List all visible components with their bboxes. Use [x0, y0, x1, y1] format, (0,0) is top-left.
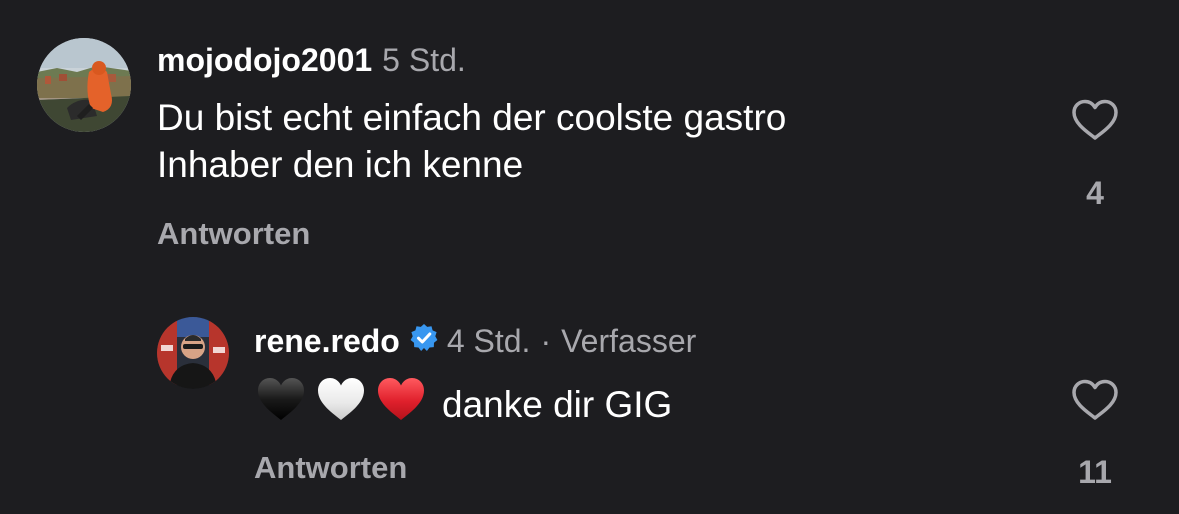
comment-thread: mojodojo2001 5 Std. Du bist echt einfach…: [0, 0, 1179, 514]
comment-header: rene.redo 4 Std. · Verfasser: [254, 323, 696, 361]
black-heart-icon: [256, 376, 306, 434]
like-button[interactable]: [1071, 99, 1119, 141]
comment-text-line: Du bist echt einfach der coolste gastro: [157, 97, 787, 138]
separator-dot: ·: [540, 323, 552, 359]
timestamp: 5 Std.: [382, 42, 466, 78]
comment-text: danke dir GIG: [256, 376, 672, 434]
avatar-photo: [157, 317, 229, 389]
username[interactable]: mojodojo2001: [157, 42, 372, 79]
like-count: 4: [1086, 175, 1104, 211]
reply-button[interactable]: Antworten: [157, 216, 310, 252]
comment-text: Du bist echt einfach der coolste gastro …: [157, 94, 786, 188]
author-label: Verfasser: [561, 323, 697, 359]
avatar[interactable]: [157, 317, 229, 389]
reply-button[interactable]: Antworten: [254, 450, 407, 486]
like-button[interactable]: [1071, 379, 1119, 421]
verified-badge-icon: [409, 323, 439, 361]
comment-header: mojodojo2001 5 Std.: [157, 42, 466, 79]
heart-outline-icon: [1072, 379, 1118, 420]
timestamp: 4 Std.: [446, 323, 531, 359]
comment-text-line: Inhaber den ich kenne: [157, 144, 524, 185]
heart-outline-icon: [1072, 99, 1118, 140]
white-heart-icon: [316, 376, 366, 434]
avatar-photo: [37, 38, 131, 132]
comment-text-content: danke dir GIG: [442, 384, 673, 425]
like-count: 11: [1078, 454, 1112, 490]
avatar[interactable]: [37, 38, 131, 132]
username[interactable]: rene.redo: [254, 323, 400, 360]
red-heart-icon: [376, 376, 426, 434]
